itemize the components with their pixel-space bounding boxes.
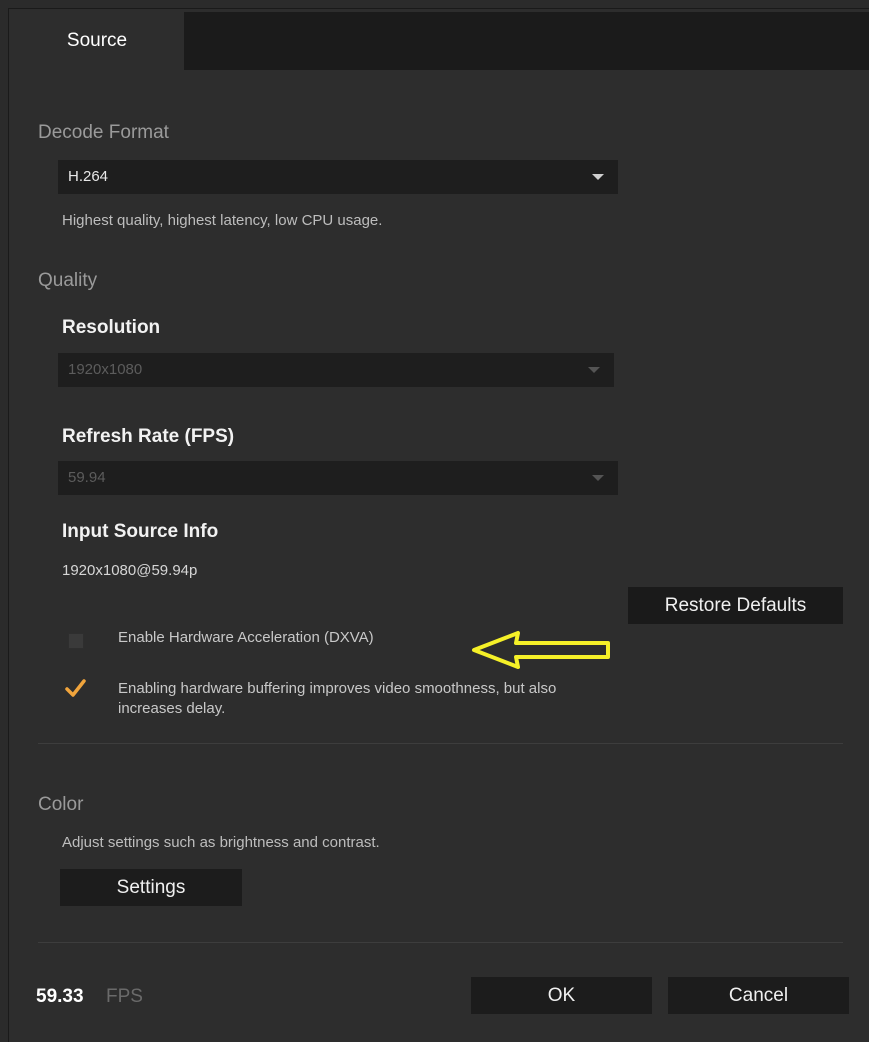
- color-description: Adjust settings such as brightness and c…: [62, 834, 380, 851]
- restore-defaults-button[interactable]: Restore Defaults: [628, 587, 843, 624]
- chevron-down-icon: [592, 174, 604, 180]
- refresh-rate-dropdown[interactable]: 59.94: [58, 461, 618, 495]
- decode-format-title: Decode Format: [38, 122, 169, 143]
- divider: [38, 743, 843, 744]
- input-source-info-label: Input Source Info: [62, 521, 219, 542]
- footer-divider: [38, 942, 843, 943]
- hw-acceleration-checkbox[interactable]: [68, 633, 84, 649]
- hw-acceleration-label: Enable Hardware Acceleration (DXVA): [118, 629, 374, 646]
- refresh-rate-label: Refresh Rate (FPS): [62, 426, 235, 447]
- fps-value: 59.33: [36, 986, 84, 1007]
- color-title: Color: [38, 794, 84, 815]
- ok-button[interactable]: OK: [471, 977, 652, 1014]
- chevron-down-icon: [592, 475, 604, 481]
- resolution-value: 1920x1080: [68, 361, 143, 378]
- cancel-button[interactable]: Cancel: [668, 977, 849, 1014]
- buffering-text-line2: increases delay.: [118, 700, 226, 717]
- quality-title: Quality: [38, 270, 98, 291]
- buffering-text-line1: Enabling hardware buffering improves vid…: [118, 680, 557, 697]
- decode-format-dropdown[interactable]: H.264: [58, 160, 618, 194]
- chevron-down-icon: [588, 367, 600, 373]
- input-source-info-value: 1920x1080@59.94p: [62, 562, 198, 579]
- fps-unit: FPS: [106, 986, 143, 1007]
- tab-source[interactable]: Source: [10, 12, 184, 70]
- checkmark-icon[interactable]: [64, 677, 86, 699]
- decode-format-value: H.264: [68, 168, 109, 185]
- arrow-left-icon: [472, 631, 610, 669]
- color-settings-button[interactable]: Settings: [60, 869, 242, 906]
- resolution-dropdown[interactable]: 1920x1080: [58, 353, 614, 387]
- decode-format-description: Highest quality, highest latency, low CP…: [62, 212, 383, 229]
- resolution-label: Resolution: [62, 317, 161, 338]
- refresh-rate-value: 59.94: [68, 469, 106, 486]
